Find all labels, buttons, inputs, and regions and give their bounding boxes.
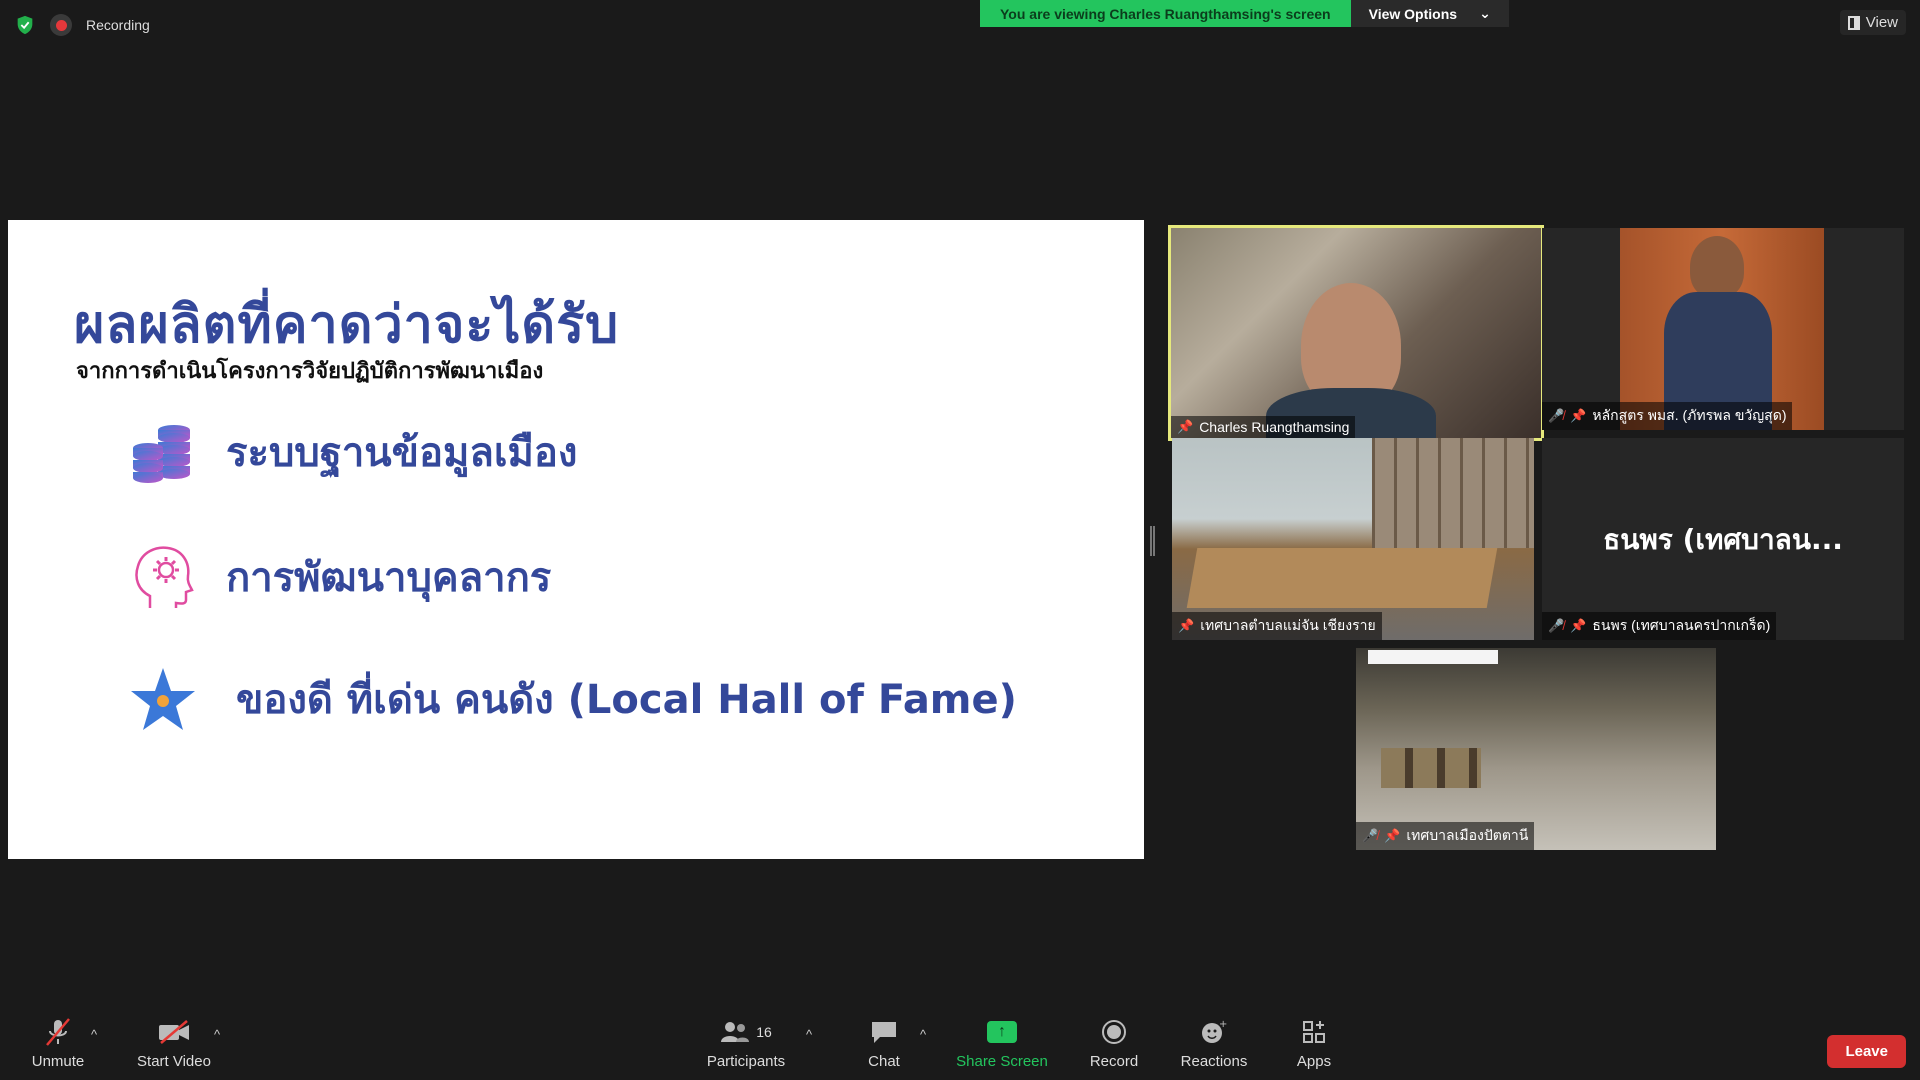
slide-item-database: ระบบฐานข้อมูลเมือง <box>130 420 577 484</box>
participant-head <box>1690 236 1744 298</box>
participant-display-name: ธนพร (เทศบาลน... <box>1603 523 1843 556</box>
reactions-label: Reactions <box>1180 1053 1248 1070</box>
reactions-icon: + <box>1180 1017 1248 1047</box>
panel-splitter-handle[interactable] <box>1150 526 1155 556</box>
participant-name: Charles Ruangthamsing <box>1199 419 1350 435</box>
recording-icon[interactable] <box>50 14 72 36</box>
tile-name-tag: 📌 เทศบาลตำบลแม่จัน เชียงราย <box>1172 612 1382 640</box>
participants-icon-group: 16 <box>702 1017 790 1047</box>
chat-button[interactable]: Chat <box>864 1017 904 1070</box>
slide-item-hall-of-fame: ของดี ที่เด่น คนดัง (Local Hall of Fame) <box>130 666 1017 732</box>
chat-options-caret[interactable]: ^ <box>920 1027 926 1042</box>
mic-muted-icon: 🎤̸ <box>1548 618 1565 633</box>
meeting-room-table <box>1186 548 1498 608</box>
slide-item-text: ของดี ที่เด่น คนดัง (Local Hall of Fame) <box>236 677 1017 723</box>
mic-muted-icon: 🎤̸ <box>1362 828 1379 843</box>
pin-icon: 📌 <box>1570 618 1587 633</box>
tile-name-tag: 🎤̸ 📌 เทศบาลเมืองปัตตานี <box>1356 822 1535 850</box>
unmute-label: Unmute <box>31 1053 85 1070</box>
chat-label: Chat <box>868 1053 900 1070</box>
pin-icon: 📌 <box>1384 828 1401 843</box>
participant-name: เทศบาลตำบลแม่จัน เชียงราย <box>1200 617 1376 633</box>
tile-name-tag: 🎤̸ 📌 หลักสูตร พมส. (ภัทรพล ขวัญสุด) <box>1542 402 1793 430</box>
pin-icon: 📌 <box>1177 419 1194 434</box>
chevron-down-icon: ⌄ <box>1479 5 1491 21</box>
apps-icon <box>1294 1017 1334 1047</box>
layout-icon <box>1847 15 1860 30</box>
tile-name-tag: 📌 Charles Ruangthamsing <box>1171 416 1356 438</box>
meeting-toolbar: Unmute ^ Start Video ^ 16 Participants ^… <box>0 1000 1920 1080</box>
slide-subtitle: จากการดำเนินโครงการวิจัยปฏิบัติการพัฒนาเ… <box>76 359 544 384</box>
start-video-label: Start Video <box>137 1053 211 1070</box>
ceiling-light <box>1368 650 1498 664</box>
share-screen-label: Share Screen <box>956 1053 1048 1070</box>
star-icon <box>131 668 195 730</box>
video-tile[interactable]: 🎤̸ 📌 หลักสูตร พมส. (ภัทรพล ขวัญสุด) <box>1542 228 1904 430</box>
participant-name: ธนพร (เทศบาลนครปากเกร็ด) <box>1592 617 1771 633</box>
recording-label: Recording <box>86 17 150 33</box>
chat-icon <box>864 1017 904 1047</box>
participants-label: Participants <box>706 1053 786 1070</box>
database-icon <box>133 425 190 483</box>
shield-icon[interactable] <box>14 14 36 36</box>
unmute-button[interactable]: Unmute <box>24 1017 92 1070</box>
leave-button[interactable]: Leave <box>1827 1035 1906 1068</box>
viewing-banner-text: You are viewing Charles Ruangthamsing's … <box>980 0 1351 27</box>
participants-options-caret[interactable]: ^ <box>806 1027 812 1042</box>
share-screen-icon: ↑ <box>954 1017 1050 1047</box>
mic-muted-icon: 🎤̸ <box>1548 408 1565 423</box>
mic-muted-icon <box>24 1017 92 1047</box>
view-label: View <box>1865 14 1898 31</box>
start-video-button[interactable]: Start Video <box>134 1017 214 1070</box>
svg-text:+: + <box>1219 1019 1227 1030</box>
view-options-label: View Options <box>1368 5 1458 22</box>
view-button[interactable]: View <box>1839 10 1906 35</box>
meeting-status-bar: Recording <box>14 14 150 36</box>
participants-count: 16 <box>756 1024 772 1040</box>
shared-screen: ผลผลิตที่คาดว่าจะได้รับ จากการดำเนินโครง… <box>8 220 1144 859</box>
wall-frames <box>1381 748 1481 788</box>
participants-button[interactable]: 16 Participants <box>702 1017 790 1070</box>
slide-item-text: การพัฒนาบุคลากร <box>226 555 552 601</box>
view-options-button[interactable]: View Options ⌄ <box>1350 0 1509 27</box>
video-tile[interactable]: 🎤̸ 📌 เทศบาลเมืองปัตตานี <box>1356 648 1716 850</box>
video-options-caret[interactable]: ^ <box>214 1027 220 1042</box>
unmute-options-caret[interactable]: ^ <box>91 1027 97 1042</box>
video-tile-camera-off[interactable]: ธนพร (เทศบาลน... 🎤̸ 📌 ธนพร (เทศบาลนครปาก… <box>1542 438 1904 640</box>
slide-item-personnel: การพัฒนาบุคลากร <box>130 542 551 612</box>
head-gear-icon <box>135 546 194 608</box>
participant-name: เทศบาลเมืองปัตตานี <box>1406 827 1529 843</box>
tile-name-tag: 🎤̸ 📌 ธนพร (เทศบาลนครปากเกร็ด) <box>1542 612 1777 640</box>
reactions-button[interactable]: + Reactions <box>1180 1017 1248 1070</box>
participant-name: หลักสูตร พมส. (ภัทรพล ขวัญสุด) <box>1592 407 1787 423</box>
video-tile-active-speaker[interactable]: 📌 Charles Ruangthamsing <box>1168 225 1544 441</box>
bookshelf <box>1372 438 1534 548</box>
viewing-banner: You are viewing Charles Ruangthamsing's … <box>980 0 1509 27</box>
apps-label: Apps <box>1296 1053 1332 1070</box>
record-button[interactable]: Record <box>1086 1017 1142 1070</box>
video-tile[interactable]: 📌 เทศบาลตำบลแม่จัน เชียงราย <box>1172 438 1534 640</box>
apps-button[interactable]: Apps <box>1294 1017 1334 1070</box>
participant-video <box>1620 228 1824 430</box>
video-off-icon <box>134 1017 214 1047</box>
slide-item-text: ระบบฐานข้อมูลเมือง <box>226 430 578 476</box>
record-label: Record <box>1089 1053 1139 1070</box>
share-screen-button[interactable]: ↑ Share Screen <box>954 1017 1050 1070</box>
pin-icon: 📌 <box>1570 408 1587 423</box>
participants-icon <box>721 1022 750 1042</box>
record-icon <box>1086 1017 1142 1047</box>
pin-icon: 📌 <box>1178 618 1195 633</box>
